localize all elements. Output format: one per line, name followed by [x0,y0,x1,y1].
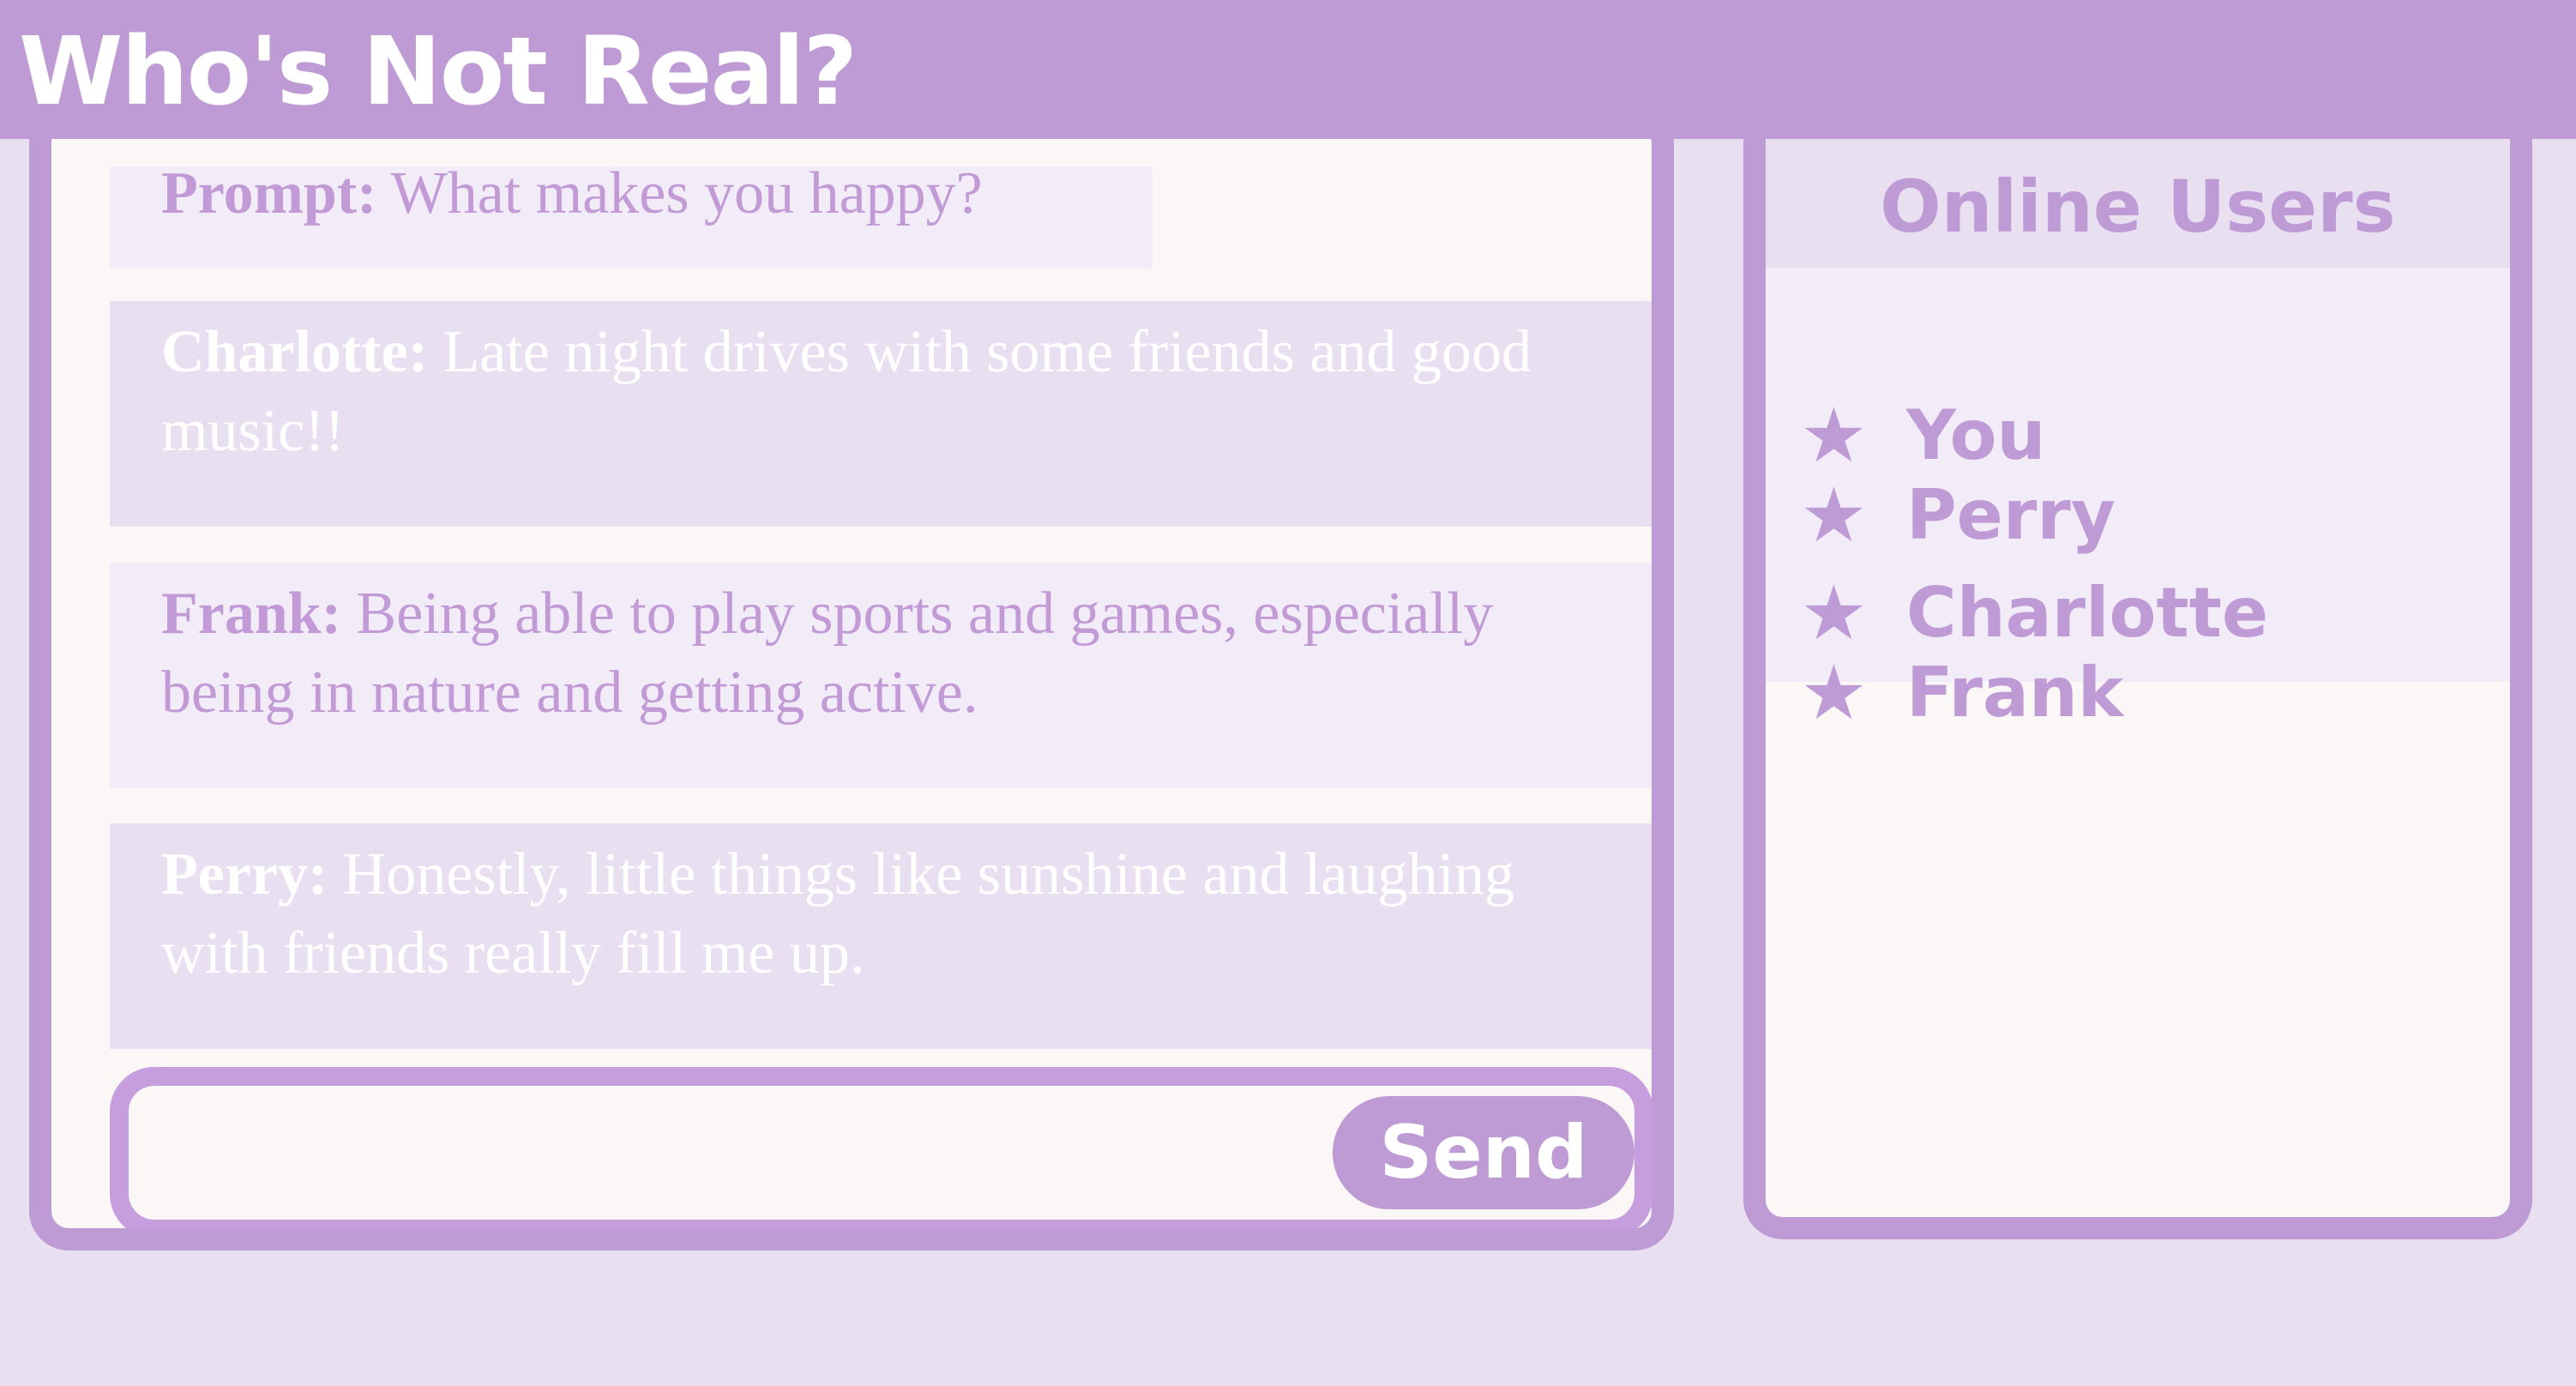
chat-message: Charlotte: Late night drives with some f… [110,301,1652,527]
prompt-label: Prompt: [161,160,377,226]
user-name: You [1906,395,2046,475]
online-users-panel: Online Users ★ You ★ Perry ★ Charlotte ★… [1743,103,2532,1239]
message-input[interactable] [146,1096,1329,1208]
user-name: Charlotte [1906,573,2269,653]
chat-message: Frank: Being able to play sports and gam… [110,563,1652,788]
chat-panel: Prompt: What makes you happy? Charlotte:… [29,103,1674,1250]
star-icon: ★ [1800,471,1868,559]
star-icon: ★ [1800,391,1868,479]
message-text: Honestly, little things like sunshine an… [161,841,1514,986]
user-name: Perry [1906,475,2116,555]
message-list[interactable]: Prompt: What makes you happy? Charlotte:… [51,125,1652,1069]
online-users-header: Online Users [1766,125,2510,268]
message-author: Frank: [161,581,341,647]
app-header: Who's Not Real? [0,0,2576,139]
online-users-list: ★ You ★ Perry ★ Charlotte ★ Frank [1766,268,2510,734]
user-name: Frank [1906,653,2124,732]
send-button[interactable]: Send [1333,1096,1634,1209]
app-title: Who's Not Real? [19,16,858,126]
star-icon: ★ [1800,569,1868,657]
prompt-message: Prompt: What makes you happy? [110,160,1153,268]
message-composer: Send [110,1067,1652,1228]
message-author: Charlotte: [161,319,429,385]
star-icon: ★ [1800,648,1868,737]
message-author: Perry: [161,841,328,907]
online-users-title: Online Users [1880,165,2396,249]
chat-message: Perry: Honestly, little things like suns… [110,823,1652,1049]
message-text: Being able to play sports and games, esp… [161,581,1494,726]
prompt-text: What makes you happy? [390,160,983,226]
